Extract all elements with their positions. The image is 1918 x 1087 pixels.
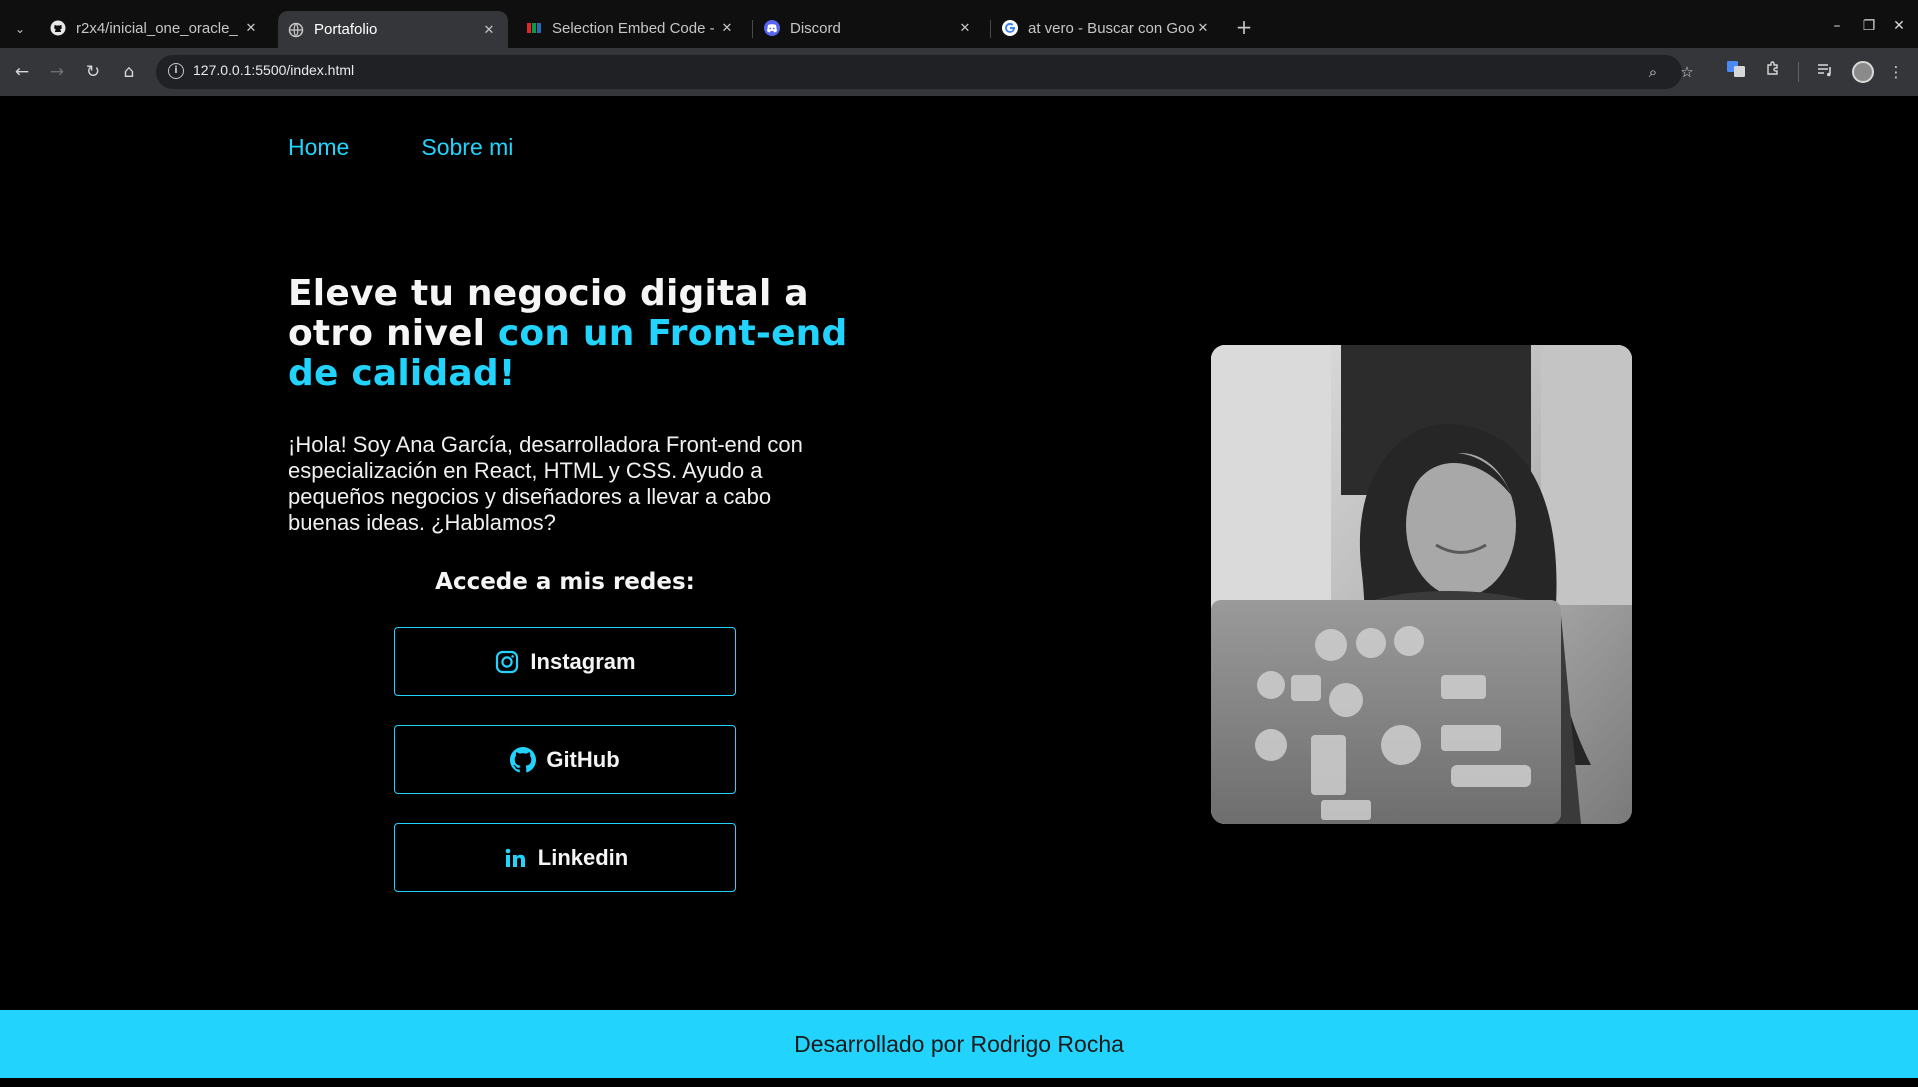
zoho-icon <box>526 20 542 36</box>
tab-title: r2x4/inicial_one_oracle_ <box>76 19 238 37</box>
profile-photo <box>1211 345 1632 824</box>
footer: Desarrollado por Rodrigo Rocha <box>0 1010 1918 1078</box>
url-text[interactable]: 127.0.0.1:5500/index.html <box>193 62 354 78</box>
tab-title: Portafolio <box>314 21 378 38</box>
tab-separator <box>990 20 991 38</box>
social-title: Accede a mis redes: <box>435 569 695 595</box>
github-button[interactable]: GitHub <box>394 725 736 794</box>
linkedin-icon <box>502 845 528 871</box>
hero-description: ¡Hola! Soy Ana García, desarrolladora Fr… <box>288 432 803 535</box>
tab-discord[interactable]: Discord ✕ <box>754 13 984 43</box>
linkedin-label: Linkedin <box>537 844 629 870</box>
browser-chrome: ⌄ r2x4/inicial_one_oracle_ ✕ Portafolio … <box>0 0 1918 96</box>
bookmark-star-icon[interactable]: ☆ <box>1676 61 1698 83</box>
page: Home Sobre mi Eleve tu negocio digital a… <box>0 96 1918 1087</box>
discord-icon <box>764 20 780 36</box>
tab-title: Discord <box>790 19 841 37</box>
minimize-icon[interactable]: – <box>1827 16 1847 36</box>
google-icon <box>1002 20 1018 36</box>
extensions-icon[interactable] <box>1762 61 1784 83</box>
close-tab-icon[interactable]: ✕ <box>718 20 736 36</box>
tab-title: Selection Embed Code - <box>552 19 715 37</box>
instagram-icon <box>494 649 520 675</box>
menu-kebab-icon[interactable]: ⋮ <box>1885 61 1907 83</box>
forward-icon[interactable]: → <box>45 60 69 84</box>
close-window-icon[interactable]: ✕ <box>1889 16 1909 36</box>
tab-github[interactable]: r2x4/inicial_one_oracle_ ✕ <box>40 13 270 43</box>
close-tab-icon[interactable]: ✕ <box>242 20 260 36</box>
close-tab-icon[interactable]: ✕ <box>956 20 974 36</box>
github-icon <box>510 746 537 773</box>
tab-selection-embed[interactable]: Selection Embed Code - ✕ <box>516 13 746 43</box>
main-nav: Home Sobre mi <box>288 134 513 161</box>
home-icon[interactable]: ⌂ <box>117 60 141 84</box>
profile-photo-illustration <box>1211 345 1632 824</box>
site-info-icon[interactable]: i <box>168 63 184 79</box>
github-icon <box>50 20 66 36</box>
close-tab-icon[interactable]: ✕ <box>1194 20 1212 36</box>
github-label: GitHub <box>546 746 620 772</box>
instagram-label: Instagram <box>530 648 636 674</box>
translate-icon[interactable] <box>1725 61 1747 83</box>
profile-avatar[interactable] <box>1852 61 1874 83</box>
reload-icon[interactable]: ↻ <box>81 60 105 84</box>
tab-search-button[interactable]: ⌄ <box>8 17 32 41</box>
globe-icon <box>288 22 304 38</box>
new-tab-button[interactable]: + <box>1232 15 1256 39</box>
back-icon[interactable]: ← <box>10 60 34 84</box>
tab-google-search[interactable]: at vero - Buscar con Goo ✕ <box>992 13 1222 43</box>
tab-portafolio[interactable]: Portafolio ✕ <box>278 11 508 48</box>
restore-icon[interactable]: ❐ <box>1859 16 1879 36</box>
address-bar[interactable] <box>156 55 1682 89</box>
nav-link-sobre-mi[interactable]: Sobre mi <box>421 134 513 161</box>
tab-title: at vero - Buscar con Goo <box>1028 19 1194 37</box>
toolbar-separator <box>1798 62 1799 82</box>
bottom-strip <box>0 1078 1918 1087</box>
close-tab-icon[interactable]: ✕ <box>480 22 498 38</box>
footer-credit: Desarrollado por Rodrigo Rocha <box>794 1030 1124 1057</box>
instagram-button[interactable]: Instagram <box>394 627 736 696</box>
linkedin-button[interactable]: Linkedin <box>394 823 736 892</box>
nav-link-home[interactable]: Home <box>288 134 349 161</box>
zoom-icon[interactable]: ⌕ <box>1642 61 1664 83</box>
tab-separator <box>752 20 753 38</box>
media-controls-icon[interactable] <box>1814 61 1836 83</box>
hero-title: Eleve tu negocio digital a otro nivel co… <box>288 274 848 394</box>
